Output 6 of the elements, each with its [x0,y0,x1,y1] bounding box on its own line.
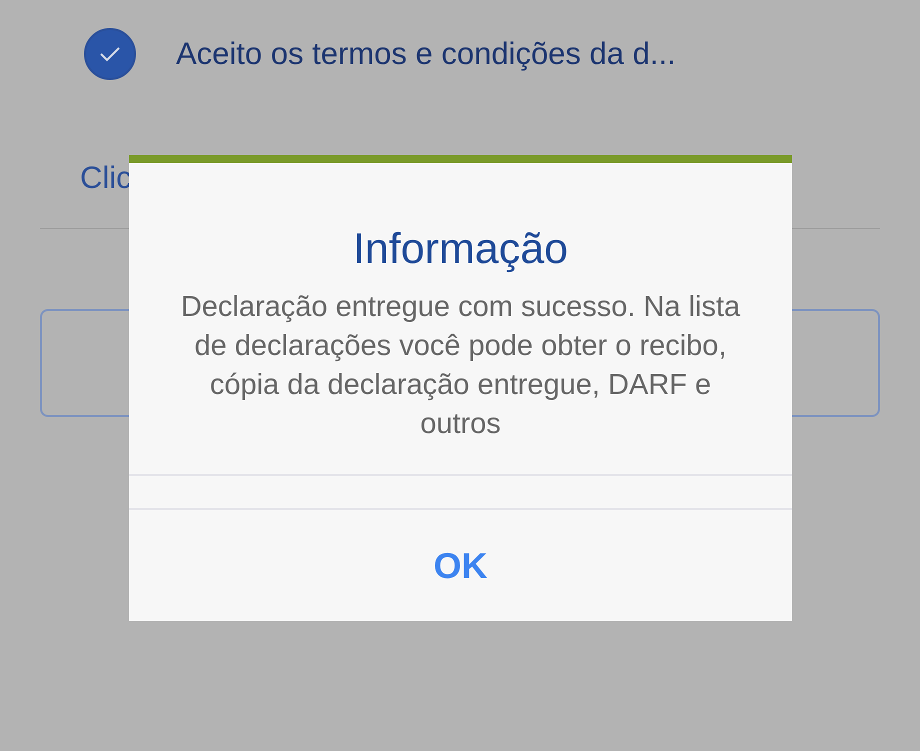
dialog-title: Informação [352,225,568,274]
checkbox[interactable] [84,28,136,80]
dialog-message: Declaração entregue com sucesso. Na lista de declarações você pode obter o recibo, cópia da declaração entregue, DARF e outros [180,290,740,442]
check-icon [99,46,121,62]
terms-label: Aceito os termos e condições da d... [176,36,676,72]
link[interactable]: Clic [80,160,132,195]
